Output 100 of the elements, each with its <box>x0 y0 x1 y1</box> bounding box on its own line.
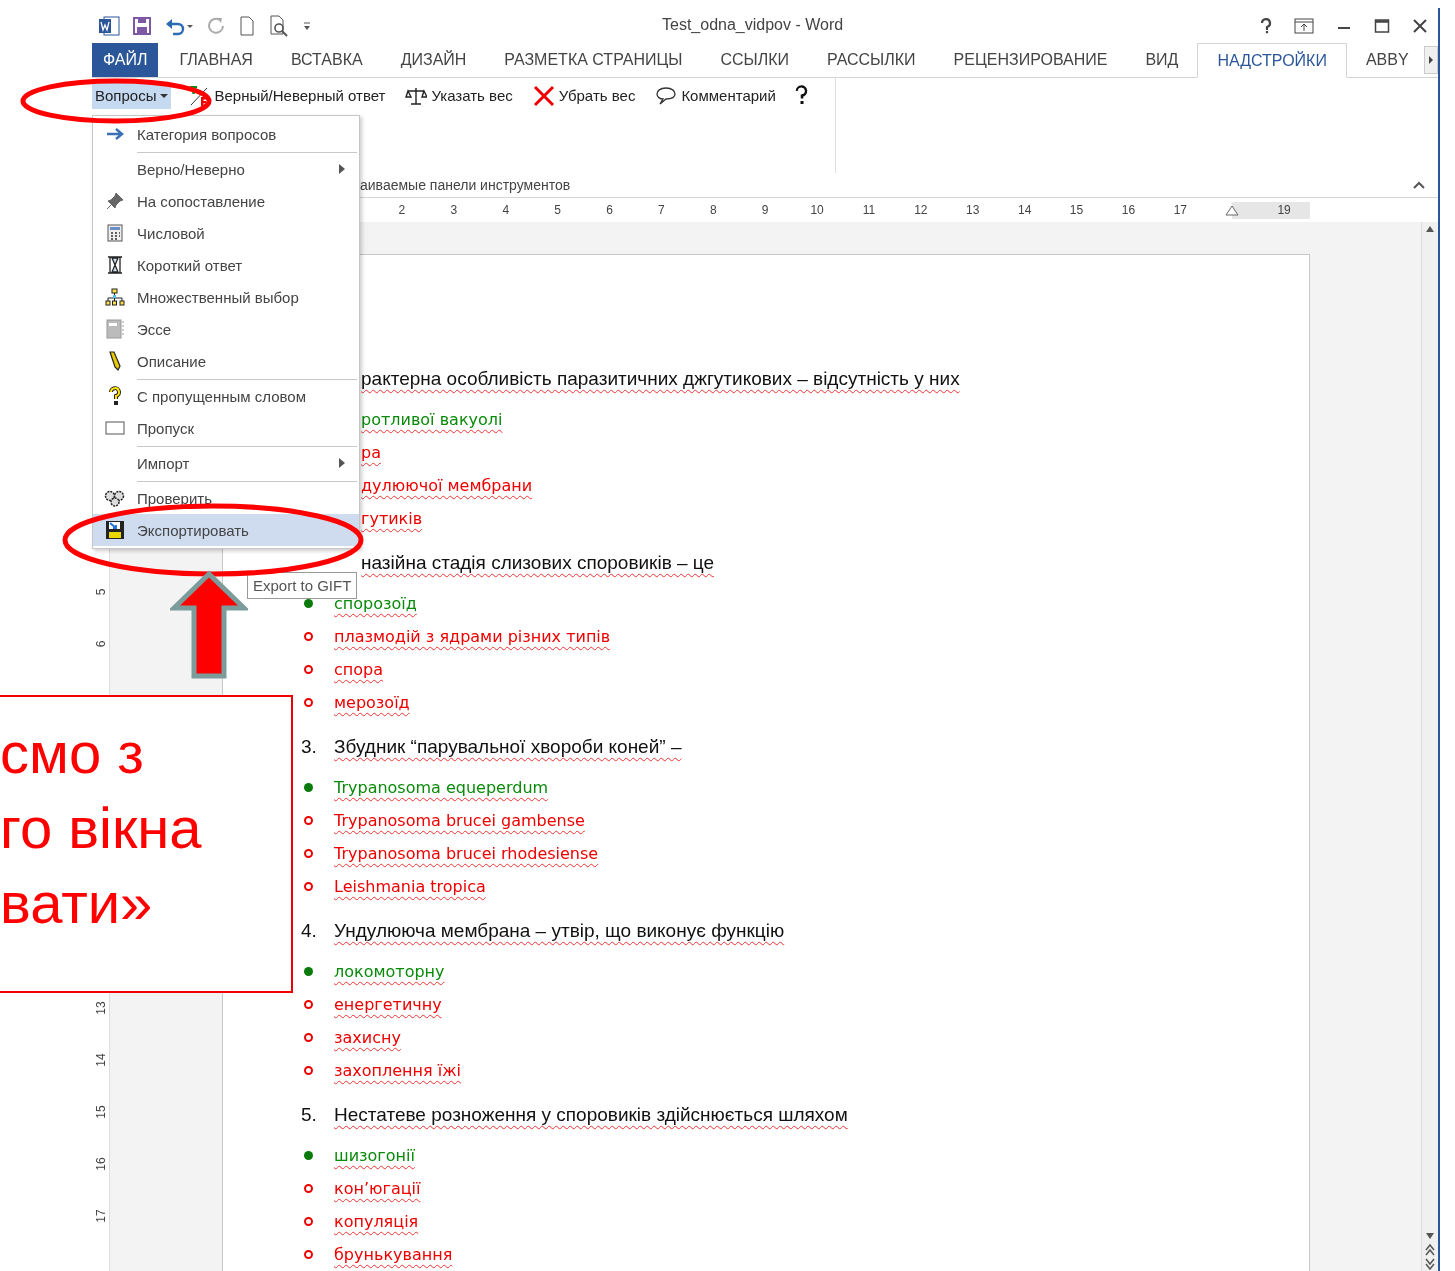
indent-marker-icon[interactable] <box>1225 204 1240 217</box>
ruler-number: 10 <box>809 203 825 218</box>
ruler-number: 17 <box>92 1208 109 1225</box>
answer-text: Trypanosoma equeperdum <box>334 778 549 797</box>
answer-text: шизогонії <box>334 1146 415 1165</box>
answer-text: Leishmania tropica <box>334 877 486 896</box>
cross-icon <box>532 84 555 107</box>
ruler-number: 14 <box>92 1052 109 1069</box>
answer-text: дулюючої мембрани <box>361 476 533 495</box>
ruler-number: 11 <box>861 203 877 218</box>
gears-icon <box>104 489 126 507</box>
ribbon-tab[interactable]: РАЗМЕТКА СТРАНИЦЫ <box>485 43 702 77</box>
menu-item[interactable]: На сопоставление <box>93 185 359 217</box>
ribbon-tab[interactable]: РЕЦЕНЗИРОВАНИЕ <box>934 43 1127 77</box>
arrow-icon <box>106 127 124 141</box>
annotation-text: го вікна <box>0 794 203 862</box>
answer-text: захисну <box>334 1028 401 1047</box>
menu-item[interactable]: Эссе <box>93 313 359 345</box>
tab-scroll-icon[interactable] <box>1424 46 1438 75</box>
answer-text: копуляція <box>334 1212 419 1231</box>
menu-item[interactable]: Короткий ответ <box>93 249 359 281</box>
ruler-number: 9 <box>760 203 770 218</box>
speech-bubble-icon <box>655 85 678 106</box>
ruler-number: 13 <box>92 1000 109 1017</box>
caret-icon <box>160 92 169 99</box>
group-label: аиваемые панели инструментов <box>360 177 571 194</box>
help-icon[interactable] <box>1260 17 1272 34</box>
rectangle-icon <box>105 421 125 435</box>
hourglass-icon <box>107 256 123 274</box>
ruler-number: 5 <box>92 587 109 598</box>
toolbar-button[interactable]: Верный/Неверный ответ <box>185 82 389 109</box>
answer-text: Trypanosoma brucei gambense <box>334 811 585 830</box>
window-title: Test_odna_vidpov - Word <box>662 16 844 34</box>
calculator-icon <box>107 224 123 242</box>
question-text: Нестатеве розноження у споровиків здійснюється шляхом <box>334 1104 848 1126</box>
ruler-number: 7 <box>657 203 666 218</box>
answer-text: енергетичну <box>334 995 442 1014</box>
ribbon-tab[interactable]: ABBY <box>1346 43 1428 77</box>
pin-icon <box>106 192 124 210</box>
toolbar-button[interactable]: Комментарий <box>652 82 779 109</box>
answer-text: брунькування <box>334 1245 453 1264</box>
answer-text: гутиків <box>361 509 423 528</box>
menu-item[interactable]: Множественный выбор <box>93 281 359 313</box>
ruler-number: 19 <box>1276 203 1292 218</box>
ruler-number: 8 <box>708 203 718 218</box>
annotation-text: вати» <box>0 869 154 937</box>
answer-text: ра <box>361 443 381 462</box>
question-text: Збудник “парувальної хвороби коней” – <box>334 736 682 758</box>
customize-caret-icon[interactable] <box>302 19 312 32</box>
ruler-number: 4 <box>501 203 511 218</box>
menu-item[interactable]: Проверить <box>93 482 359 514</box>
question-number: 5. <box>301 1104 318 1126</box>
ruler-number: 17 <box>1172 203 1188 218</box>
vertical-scrollbar[interactable] <box>1421 222 1438 1271</box>
answer-text: Trypanosoma brucei rhodesiense <box>334 844 599 863</box>
scales-icon <box>405 85 428 106</box>
annotation-text: смо з <box>0 719 145 787</box>
book-icon <box>106 319 124 339</box>
file-tab[interactable]: ФАЙЛ <box>92 43 159 77</box>
ribbon-tab[interactable]: РАССЫЛКИ <box>808 43 935 77</box>
ribbon-tab[interactable]: ВИД <box>1126 43 1198 77</box>
ruler-number: 12 <box>913 203 929 218</box>
question-number: 4. <box>301 920 318 942</box>
submenu-arrow-icon <box>339 458 345 468</box>
previous-page-icon[interactable] <box>1423 1243 1437 1257</box>
ruler-number: 14 <box>1016 203 1033 218</box>
collapse-ribbon-icon[interactable] <box>1412 180 1426 191</box>
close-icon[interactable] <box>1412 17 1428 34</box>
answer-text: локомоторну <box>334 962 445 981</box>
ribbon-tab[interactable]: НАДСТРОЙКИ <box>1197 43 1347 78</box>
question-number: 3. <box>301 736 318 758</box>
ruler-number: 13 <box>965 203 981 218</box>
ribbon-tab[interactable]: ССЫЛКИ <box>701 43 809 77</box>
menu-item[interactable]: Верно/Неверно <box>93 153 359 185</box>
menu-item[interactable]: Экспортировать <box>93 514 359 546</box>
menu-item[interactable]: Пропуск <box>93 412 359 447</box>
ribbon-tab[interactable]: ДИЗАЙН <box>381 43 486 77</box>
ribbon-tab[interactable]: ГЛАВНАЯ <box>160 43 272 77</box>
menu-item[interactable]: Описание <box>93 345 359 380</box>
menu-item[interactable]: Числовой <box>93 217 359 249</box>
hierarchy-icon <box>105 288 125 306</box>
answer-text: мерозоїд <box>334 693 410 712</box>
ribbon-tab[interactable]: ВСТАВКА <box>271 43 382 77</box>
question-text: рактерна особливість паразитичних джгутикових – відсутність у них <box>361 368 960 390</box>
toolbar-button[interactable]: Убрать вес <box>529 82 639 109</box>
menu-item[interactable]: С пропущенным словом <box>93 380 359 412</box>
toolbar-button[interactable]: Указать вес <box>402 82 516 109</box>
ruler-number: 5 <box>553 203 562 218</box>
answer-text: захоплення їжі <box>334 1061 462 1080</box>
ribbon-display-icon[interactable] <box>1294 17 1314 34</box>
next-page-icon[interactable] <box>1423 1257 1437 1271</box>
save-icon[interactable] <box>132 15 152 36</box>
print-preview-icon[interactable] <box>268 14 290 37</box>
menu-item[interactable]: Категория вопросов <box>93 118 359 153</box>
menu-item[interactable]: Импорт <box>93 447 359 482</box>
maximize-icon[interactable] <box>1374 17 1390 34</box>
ruler-number: 15 <box>92 1104 109 1121</box>
ruler-number: 16 <box>92 1156 109 1173</box>
ruler-number: 6 <box>605 203 614 218</box>
pencil-icon <box>108 351 122 371</box>
